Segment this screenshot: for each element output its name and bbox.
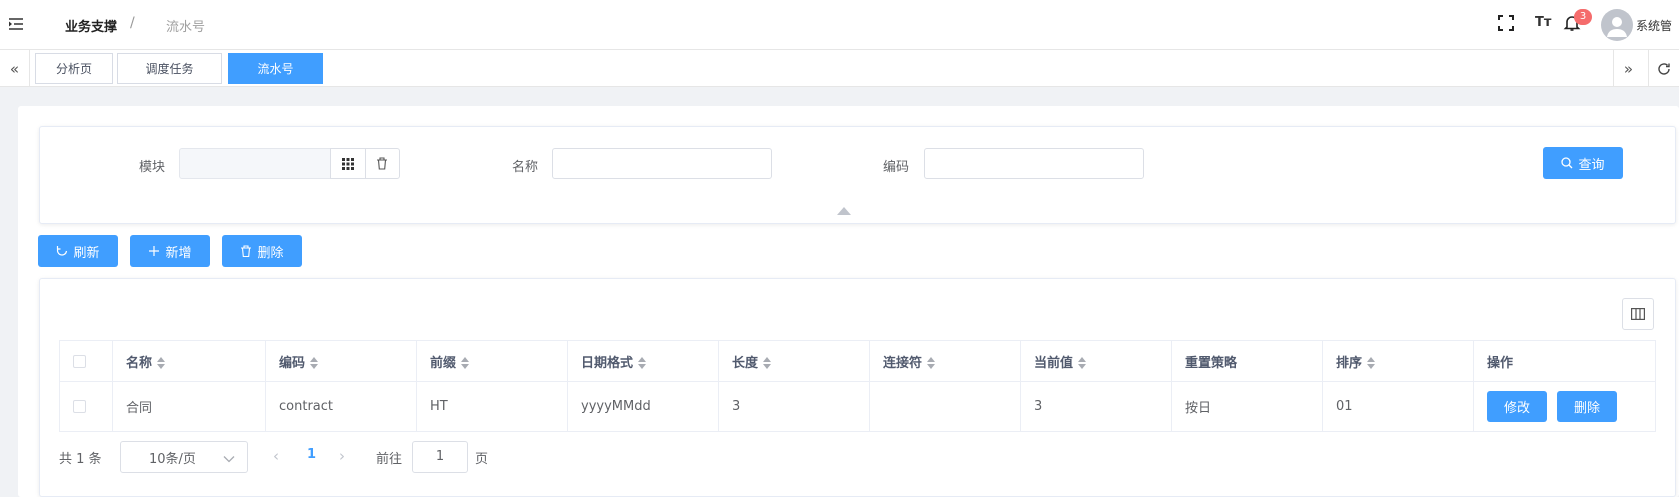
fullscreen-icon[interactable] xyxy=(1497,14,1517,34)
search-icon xyxy=(1561,157,1573,169)
col-header-current-value[interactable]: 当前值 xyxy=(1020,340,1172,382)
prev-page-icon[interactable]: ‹ xyxy=(273,447,279,465)
plus-icon xyxy=(149,246,160,256)
tab-schedule-task[interactable]: 调度任务 xyxy=(117,53,222,84)
tabs-scroll-right-icon[interactable]: » xyxy=(1613,50,1643,87)
cell-date-format: yyyyMMdd xyxy=(567,381,719,432)
refresh-icon xyxy=(57,246,68,256)
col-header-name[interactable]: 名称 xyxy=(112,340,266,382)
refresh-tab-icon[interactable] xyxy=(1648,50,1678,87)
collapse-search-icon[interactable] xyxy=(837,207,851,215)
select-all-checkbox[interactable] xyxy=(73,354,86,368)
tab-serial-number[interactable]: 流水号 xyxy=(228,53,323,84)
add-button[interactable]: 新增 xyxy=(130,235,210,267)
col-header-prefix[interactable]: 前缀 xyxy=(416,340,568,382)
cell-length: 3 xyxy=(718,381,870,432)
table-header-row: 名称 编码 前缀 日期格式 长度 连接符 当前值 重置策略 排序 操作 xyxy=(59,340,1656,382)
tabs-scroll-left-icon[interactable]: « xyxy=(0,50,30,87)
delete-row-button[interactable]: 删除 xyxy=(1557,391,1617,422)
sort-icon[interactable] xyxy=(638,357,647,369)
sort-icon[interactable] xyxy=(927,357,936,369)
row-select-cell xyxy=(59,381,113,432)
add-button-label: 新增 xyxy=(165,245,192,261)
sort-icon[interactable] xyxy=(461,357,470,369)
goto-page-input[interactable]: 1 xyxy=(412,441,468,473)
col-header-date-format[interactable]: 日期格式 xyxy=(567,340,719,382)
edit-row-button[interactable]: 修改 xyxy=(1487,391,1547,422)
next-page-icon[interactable]: › xyxy=(339,447,345,465)
col-header-sort[interactable]: 排序 xyxy=(1322,340,1474,382)
font-size-icon[interactable]: Tт xyxy=(1535,15,1555,35)
cell-actions: 修改 删除 xyxy=(1473,381,1656,432)
col-header-actions: 操作 xyxy=(1473,340,1656,382)
chevron-down-icon xyxy=(223,452,235,467)
sort-icon[interactable] xyxy=(310,357,319,369)
tab-analysis[interactable]: 分析页 xyxy=(35,53,113,84)
module-picker-group xyxy=(330,148,400,179)
table-row: 合同 contract HT yyyyMMdd 3 3 按日 01 修改 删除 xyxy=(59,381,1656,432)
sort-icon[interactable] xyxy=(1078,357,1087,369)
clear-trash-icon[interactable] xyxy=(366,149,400,178)
column-settings-icon[interactable] xyxy=(1622,298,1654,330)
sort-icon[interactable] xyxy=(763,357,772,369)
delete-button[interactable]: 删除 xyxy=(222,235,302,267)
cell-sort: 01 xyxy=(1322,381,1474,432)
breadcrumb-parent[interactable]: 业务支撑 xyxy=(65,16,117,35)
code-label: 编码 xyxy=(883,160,910,175)
cell-reset-policy: 按日 xyxy=(1171,381,1323,432)
col-header-reset-policy: 重置策略 xyxy=(1171,340,1323,382)
cell-name: 合同 xyxy=(112,381,266,432)
grid-select-icon[interactable] xyxy=(331,149,366,178)
top-header: 业务支撑 / 流水号 Tт 3 系统管 xyxy=(0,0,1679,50)
cell-code: contract xyxy=(265,381,417,432)
name-label: 名称 xyxy=(512,160,539,175)
page-size-select[interactable]: 10条/页 xyxy=(120,441,248,473)
select-all-cell xyxy=(59,340,113,382)
user-name[interactable]: 系统管 xyxy=(1636,17,1672,34)
query-button[interactable]: 查询 xyxy=(1543,147,1623,179)
col-header-code[interactable]: 编码 xyxy=(265,340,417,382)
avatar[interactable] xyxy=(1601,9,1633,41)
code-input[interactable] xyxy=(924,148,1144,179)
menu-fold-icon[interactable] xyxy=(8,16,24,32)
cell-connector xyxy=(869,381,1021,432)
sort-icon[interactable] xyxy=(1367,357,1376,369)
notification-badge: 3 xyxy=(1574,9,1592,25)
page-number-current[interactable]: 1 xyxy=(307,447,316,462)
query-button-label: 查询 xyxy=(1578,157,1605,173)
breadcrumb-current: 流水号 xyxy=(166,20,206,35)
page-size-value: 10条/页 xyxy=(149,451,196,467)
pagination-total: 共 1 条 xyxy=(59,452,102,467)
col-header-length[interactable]: 长度 xyxy=(718,340,870,382)
goto-label: 前往 xyxy=(376,452,403,467)
refresh-button[interactable]: 刷新 xyxy=(38,235,118,267)
col-header-connector[interactable]: 连接符 xyxy=(869,340,1021,382)
trash-icon xyxy=(241,245,252,257)
delete-button-label: 删除 xyxy=(257,245,284,261)
refresh-button-label: 刷新 xyxy=(73,245,100,261)
name-input[interactable] xyxy=(552,148,772,179)
cell-current-value: 3 xyxy=(1020,381,1172,432)
breadcrumb-separator: / xyxy=(130,15,135,31)
tags-view-bar: « 分析页 调度任务 流水号 » xyxy=(0,50,1679,87)
serial-number-table: 名称 编码 前缀 日期格式 长度 连接符 当前值 重置策略 排序 操作 合同 c… xyxy=(59,340,1656,432)
goto-suffix: 页 xyxy=(475,452,489,467)
sort-icon[interactable] xyxy=(157,357,166,369)
cell-prefix: HT xyxy=(416,381,568,432)
row-checkbox[interactable] xyxy=(73,400,86,413)
module-label: 模块 xyxy=(139,160,166,175)
module-input[interactable] xyxy=(179,148,331,179)
